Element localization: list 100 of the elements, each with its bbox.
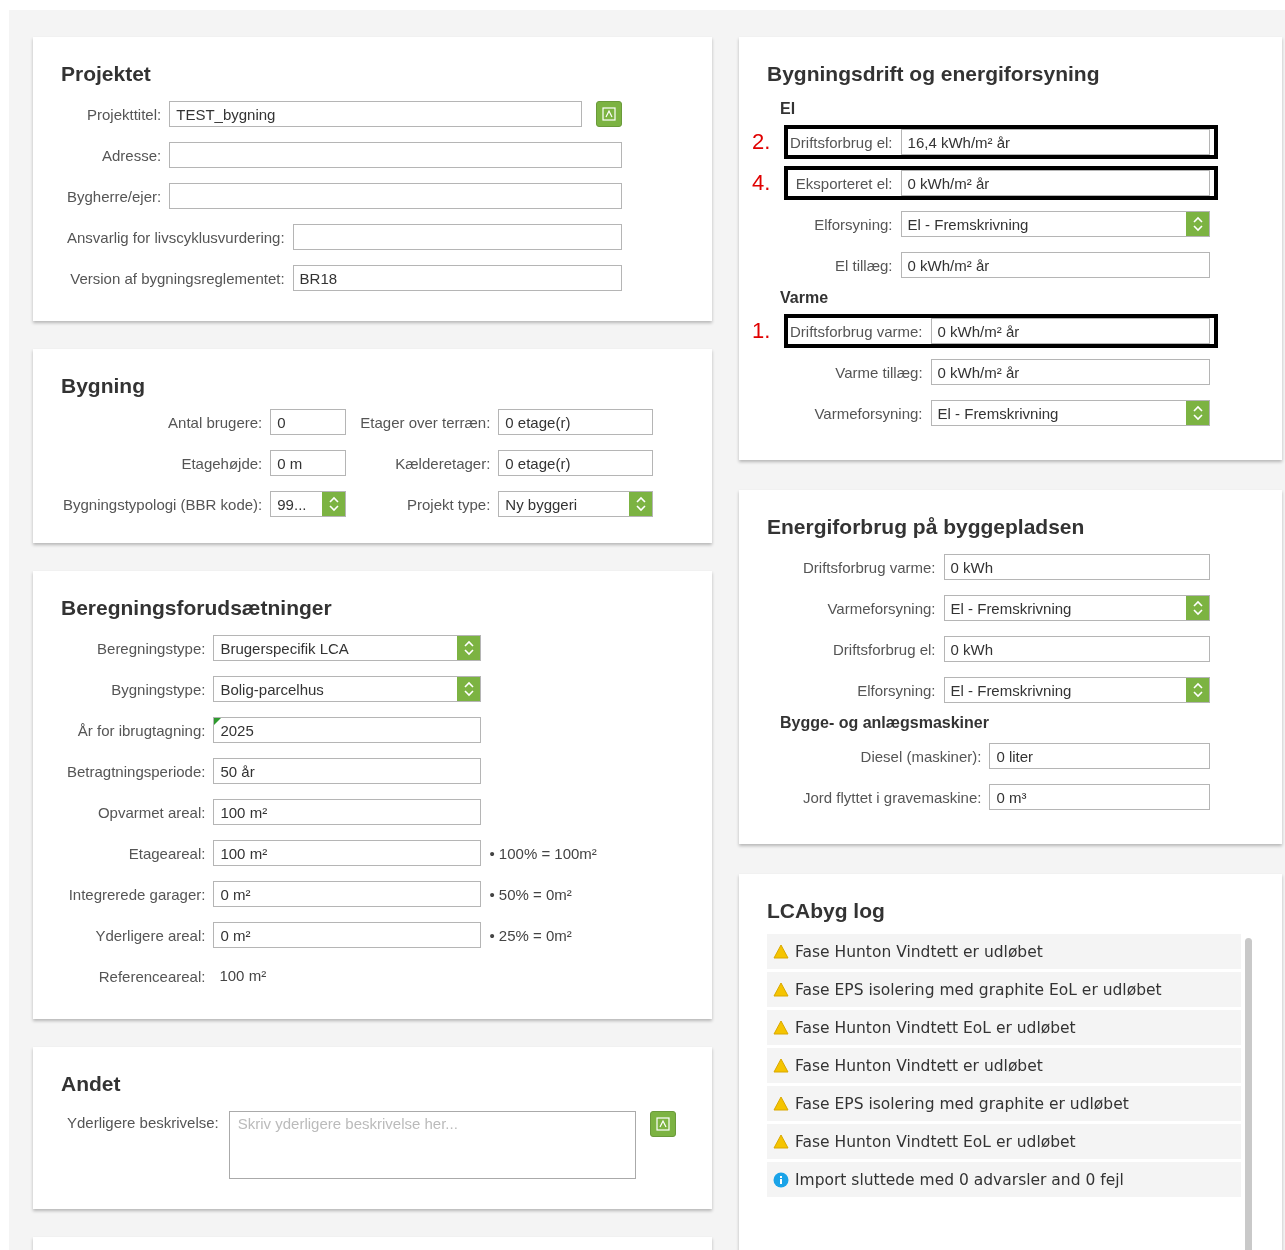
field-label: Version af bygningsreglementet: bbox=[69, 269, 286, 287]
field-label: Yderligere areal: bbox=[94, 926, 207, 944]
warning-icon bbox=[773, 1096, 789, 1111]
text-field[interactable]: 0 m² bbox=[213, 881, 482, 907]
text-field[interactable]: 16,4 kWh/m² år bbox=[900, 129, 1210, 155]
field-label: Driftsforbrug el: bbox=[832, 640, 937, 658]
field-label: Antal brugere: bbox=[167, 413, 264, 431]
select-field[interactable]: El - Fremskrivning bbox=[930, 400, 1210, 426]
field-label: Opvarmet areal: bbox=[96, 803, 207, 821]
text-format-button[interactable] bbox=[650, 1111, 676, 1137]
text-field[interactable]: 50 år bbox=[213, 758, 482, 784]
field-label: Driftsforbrug varme: bbox=[802, 558, 937, 576]
field-label: Elforsyning: bbox=[856, 681, 937, 699]
field-label: Varmeforsyning: bbox=[826, 599, 937, 617]
note-text: • 100% = 100m² bbox=[489, 844, 598, 862]
text-field[interactable]: BR18 bbox=[292, 265, 622, 291]
text-field[interactable]: 0 m² bbox=[213, 922, 482, 948]
annotation-number: 1. bbox=[752, 318, 771, 344]
text-field[interactable]: TEST_bygning bbox=[169, 101, 582, 127]
card-title: Bygning bbox=[61, 373, 146, 399]
text-format-button[interactable] bbox=[596, 101, 622, 127]
chevron-up-down-icon bbox=[629, 492, 653, 516]
log-message: Import sluttede med 0 advarsler and 0 fejl bbox=[795, 1170, 1124, 1189]
field-label: Kælderetager: bbox=[394, 454, 492, 472]
chevron-up-down-icon bbox=[1186, 212, 1209, 236]
select-field[interactable]: Brugerspecifik LCA bbox=[213, 635, 482, 661]
text-field[interactable]: 0 etage(r) bbox=[498, 450, 654, 476]
card-title: LCAbyg log bbox=[767, 898, 886, 924]
chevron-up-down-icon bbox=[1186, 678, 1209, 702]
text-field[interactable]: 0 m bbox=[270, 450, 347, 476]
select-field[interactable]: El - Fremskrivning bbox=[943, 595, 1210, 621]
field-label: Bygherre/ejer: bbox=[66, 187, 163, 205]
text-field[interactable]: 0 kWh bbox=[943, 554, 1210, 580]
text-field[interactable] bbox=[169, 142, 622, 168]
text-field[interactable] bbox=[169, 183, 622, 209]
field-label: Ansvarlig for livscyklusvurdering: bbox=[66, 228, 286, 246]
text-field[interactable]: 0 kWh/m² år bbox=[900, 170, 1210, 196]
text-field[interactable]: 0 kWh/m² år bbox=[930, 359, 1210, 385]
description-field[interactable]: Skriv yderligere beskrivelse her... bbox=[228, 1111, 636, 1179]
warning-icon bbox=[773, 944, 789, 959]
card-title: Bygningsdrift og energiforsyning bbox=[767, 61, 1101, 87]
text-field[interactable]: 0 etage(r) bbox=[498, 409, 654, 435]
field-label: Projekt type: bbox=[405, 495, 492, 513]
text-field[interactable]: 0 m³ bbox=[989, 784, 1210, 810]
text-field[interactable]: 100 m² bbox=[213, 840, 482, 866]
log-message: Fase Hunton Vindtett er udløbet bbox=[795, 1056, 1043, 1075]
chevron-up-down-icon bbox=[1186, 401, 1209, 425]
subheading: Bygge- og anlægsmaskiner bbox=[780, 713, 990, 733]
field-label: Jord flyttet i gravemaskine: bbox=[802, 788, 983, 806]
annotation-number: 4. bbox=[752, 170, 771, 196]
field-label: Projekttitel: bbox=[86, 105, 163, 123]
field-label: Varmeforsyning: bbox=[813, 404, 924, 422]
log-message: Fase Hunton Vindtett EoL er udløbet bbox=[795, 1132, 1076, 1151]
log-message: Fase EPS isolering med graphite er udløbet bbox=[795, 1094, 1129, 1113]
text-field[interactable]: 0 kWh/m² år bbox=[900, 252, 1210, 278]
field-label: Referenceareal: bbox=[97, 967, 207, 985]
card-title: Projektet bbox=[61, 61, 152, 87]
select-field[interactable]: El - Fremskrivning bbox=[900, 211, 1210, 237]
field-label: Diesel (maskiner): bbox=[859, 747, 983, 765]
field-label: Driftsforbrug varme: bbox=[789, 322, 924, 340]
log-message: Fase EPS isolering med graphite EoL er udløbet bbox=[795, 980, 1162, 999]
field-label: Driftsforbrug el: bbox=[789, 133, 894, 151]
field-label: Eksporteret el: bbox=[794, 174, 894, 192]
note-text: • 25% = 0m² bbox=[489, 926, 573, 944]
select-field[interactable]: 99... bbox=[270, 491, 347, 517]
field-label: Bygningstype: bbox=[110, 680, 207, 698]
warning-icon bbox=[773, 1058, 789, 1073]
chevron-up-down-icon bbox=[1186, 596, 1209, 620]
field-label: Integrerede garager: bbox=[67, 885, 207, 903]
boxed-letter-icon bbox=[602, 107, 616, 121]
field-label: År for ibrugtagning: bbox=[76, 721, 207, 739]
card-title: Energiforbrug på byggepladsen bbox=[767, 514, 1086, 540]
scrollbar[interactable] bbox=[1245, 938, 1252, 1250]
text-field[interactable]: 0 kWh/m² år bbox=[930, 318, 1210, 344]
text-field[interactable]: 100 m² bbox=[213, 799, 482, 825]
select-field[interactable]: El - Fremskrivning bbox=[943, 677, 1210, 703]
warning-icon bbox=[773, 1134, 789, 1149]
info-icon bbox=[773, 1171, 789, 1188]
subheading: El bbox=[780, 99, 797, 119]
log-message: Fase Hunton Vindtett EoL er udløbet bbox=[795, 1018, 1076, 1037]
field-label: Adresse: bbox=[101, 146, 163, 164]
field-label: Etageareal: bbox=[127, 844, 207, 862]
text-field[interactable]: 0 liter bbox=[989, 743, 1210, 769]
note-text: • 50% = 0m² bbox=[489, 885, 573, 903]
text-field[interactable]: 0 bbox=[270, 409, 347, 435]
warning-icon bbox=[773, 982, 789, 997]
boxed-letter-icon bbox=[656, 1117, 670, 1131]
card-title: Beregningsforudsætninger bbox=[61, 595, 333, 621]
field-label: Etagehøjde: bbox=[180, 454, 264, 472]
chevron-up-down-icon bbox=[322, 492, 346, 516]
select-field[interactable]: Bolig-parcelhus bbox=[213, 676, 482, 702]
text-field[interactable] bbox=[292, 224, 622, 250]
text-field[interactable]: 2025 bbox=[213, 717, 482, 743]
text-field[interactable]: 0 kWh bbox=[943, 636, 1210, 662]
field-label: El tillæg: bbox=[834, 256, 894, 274]
chevron-up-down-icon bbox=[457, 636, 481, 660]
field-label: Betragtningsperiode: bbox=[66, 762, 207, 780]
select-field[interactable]: Ny byggeri bbox=[498, 491, 654, 517]
annotation-number: 2. bbox=[752, 129, 771, 155]
field-label: Elforsyning: bbox=[813, 215, 894, 233]
